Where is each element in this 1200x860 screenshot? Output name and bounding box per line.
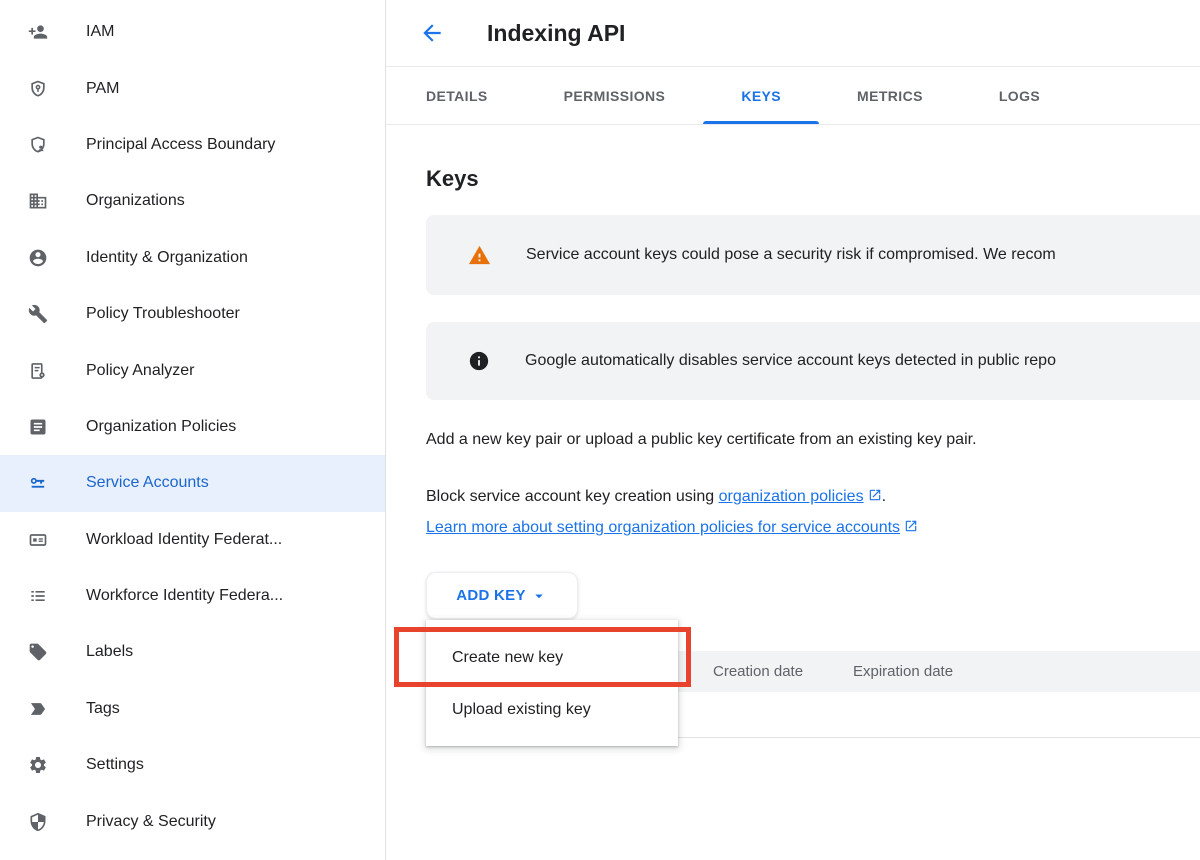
menu-item-create-new-key[interactable]: Create new key [426,632,678,684]
block-key-creation-text: Block service account key creation using… [426,488,886,506]
tab-metrics[interactable]: METRICS [819,67,961,124]
sidebar-item-label: Policy Analyzer [86,362,195,380]
sidebar-item-privacy-security[interactable]: Privacy & Security [0,793,385,849]
back-arrow-icon[interactable] [419,20,445,46]
sidebar-item-label: Workload Identity Federat... [86,531,282,549]
sidebar-item-workforce-identity-federation[interactable]: Workforce Identity Federa... [0,568,385,624]
article-icon [28,417,48,437]
sidebar-item-policy-analyzer[interactable]: Policy Analyzer [0,342,385,398]
sidebar-item-label: Identity & Organization [86,249,248,267]
wrench-icon [28,304,48,324]
info-banner: Google automatically disables service ac… [426,322,1200,400]
list-icon [28,586,48,606]
organization-policies-link[interactable]: organization policies [719,488,864,505]
learn-more-line: Learn more about setting organization po… [426,519,918,537]
warning-banner-text: Service account keys could pose a securi… [526,246,1056,264]
sidebar-item-label: Policy Troubleshooter [86,305,240,323]
block-text-prefix: Block service account key creation using [426,488,719,505]
block-text-suffix: . [882,488,886,505]
add-key-dropdown-menu: Create new key Upload existing key [426,620,678,746]
tab-details[interactable]: DETAILS [388,67,526,124]
warning-triangle-icon [468,244,491,267]
sidebar-item-label: Labels [86,643,133,661]
add-key-button[interactable]: ADD KEY [426,572,578,619]
gear-icon [28,755,48,775]
sidebar-item-tags[interactable]: Tags [0,681,385,737]
sidebar-item-policy-troubleshooter[interactable]: Policy Troubleshooter [0,286,385,342]
sidebar-item-label: Privacy & Security [86,813,216,831]
sidebar-item-principal-access-boundary[interactable]: Principal Access Boundary [0,117,385,173]
tab-bar: DETAILS PERMISSIONS KEYS METRICS LOGS [386,67,1200,125]
tab-keys[interactable]: KEYS [703,67,819,124]
gcp-console: IAM PAM Principal Access Boundary Organi… [0,0,1200,860]
sidebar-item-label: Tags [86,700,120,718]
sidebar-item-identity-organization[interactable]: Identity & Organization [0,230,385,286]
external-link-icon [900,519,918,536]
sidebar-item-pam[interactable]: PAM [0,60,385,116]
person-add-icon [28,22,48,42]
section-heading: Keys [426,166,479,192]
chevron-down-icon [530,587,548,605]
service-account-key-icon [28,473,48,493]
page-header: Indexing API [386,0,1200,67]
info-banner-text: Google automatically disables service ac… [525,352,1056,370]
shield-key-icon [28,79,48,99]
intro-text: Add a new key pair or upload a public ke… [426,431,977,449]
sidebar-item-label: Service Accounts [86,474,209,492]
learn-more-link[interactable]: Learn more about setting organization po… [426,519,900,536]
sidebar-item-iam[interactable]: IAM [0,4,385,60]
column-header-creation-date: Creation date [713,651,803,692]
warning-banner: Service account keys could pose a securi… [426,215,1200,295]
shield-half-icon [28,812,48,832]
sidebar-item-settings[interactable]: Settings [0,737,385,793]
service-account-detail-panel: Indexing API DETAILS PERMISSIONS KEYS ME… [386,0,1200,860]
sidebar-item-workload-identity-federation[interactable]: Workload Identity Federat... [0,512,385,568]
column-header-expiration-date: Expiration date [853,651,953,692]
badge-icon [28,530,48,550]
add-key-button-label: ADD KEY [456,587,526,604]
sidebar-item-label: PAM [86,80,119,98]
sidebar-item-label: IAM [86,23,114,41]
sidebar-item-organizations[interactable]: Organizations [0,173,385,229]
shield-person-icon [28,135,48,155]
sidebar-item-service-accounts[interactable]: Service Accounts [0,455,385,511]
page-title: Indexing API [487,20,625,47]
tag-icon [28,642,48,662]
sidebar-item-label: Settings [86,756,144,774]
sidebar-item-label: Organizations [86,192,185,210]
sidebar-item-labels[interactable]: Labels [0,624,385,680]
external-link-icon [864,488,882,505]
building-icon [28,191,48,211]
tab-logs[interactable]: LOGS [961,67,1078,124]
info-icon [468,350,490,372]
label-arrow-icon [28,699,48,719]
sidebar-item-label: Principal Access Boundary [86,136,275,154]
menu-item-upload-existing-key[interactable]: Upload existing key [426,684,678,736]
sidebar-item-label: Organization Policies [86,418,236,436]
document-gear-icon [28,361,48,381]
sidebar-item-organization-policies[interactable]: Organization Policies [0,399,385,455]
sidebar-item-label: Workforce Identity Federa... [86,587,283,605]
tab-permissions[interactable]: PERMISSIONS [526,67,704,124]
iam-admin-sidebar: IAM PAM Principal Access Boundary Organi… [0,0,386,860]
person-circle-icon [28,248,48,268]
